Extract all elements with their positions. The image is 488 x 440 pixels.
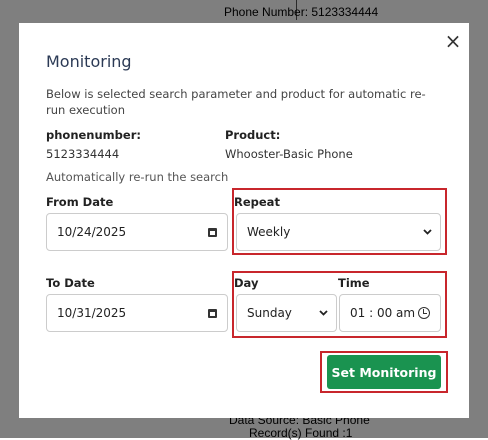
phonenumber-value: 5123334444: [46, 147, 120, 161]
auto-rerun-text: Automatically re-run the search: [46, 170, 229, 184]
phonenumber-label: phonenumber:: [46, 128, 141, 142]
time-label: Time: [338, 276, 370, 290]
calendar-icon[interactable]: [208, 227, 219, 238]
close-icon[interactable]: ×: [443, 31, 463, 51]
product-label: Product:: [225, 128, 281, 142]
set-monitoring-button[interactable]: Set Monitoring: [327, 355, 441, 389]
from-date-input[interactable]: 10/24/2025: [46, 213, 228, 251]
day-value: Sunday: [247, 306, 292, 320]
from-date-label: From Date: [46, 195, 114, 209]
modal-title: Monitoring: [46, 52, 132, 71]
monitoring-modal: × Monitoring Below is selected search pa…: [19, 23, 469, 418]
chevron-down-icon: [319, 310, 328, 316]
to-date-input[interactable]: 10/31/2025: [46, 294, 228, 332]
clock-icon[interactable]: [418, 307, 430, 319]
from-date-value: 10/24/2025: [57, 225, 127, 239]
product-value: Whooster-Basic Phone: [225, 147, 353, 161]
time-value: 01 : 00 am: [350, 306, 416, 320]
to-date-value: 10/31/2025: [57, 306, 127, 320]
day-select[interactable]: Sunday: [236, 294, 337, 332]
calendar-icon[interactable]: [208, 308, 219, 319]
time-input[interactable]: 01 : 00 am: [339, 294, 441, 332]
modal-description: Below is selected search parameter and p…: [46, 87, 426, 117]
repeat-label: Repeat: [234, 195, 280, 209]
to-date-label: To Date: [46, 276, 95, 290]
repeat-select[interactable]: Weekly: [236, 213, 441, 251]
repeat-value: Weekly: [247, 225, 291, 239]
chevron-down-icon: [423, 229, 432, 235]
day-label: Day: [234, 276, 259, 290]
